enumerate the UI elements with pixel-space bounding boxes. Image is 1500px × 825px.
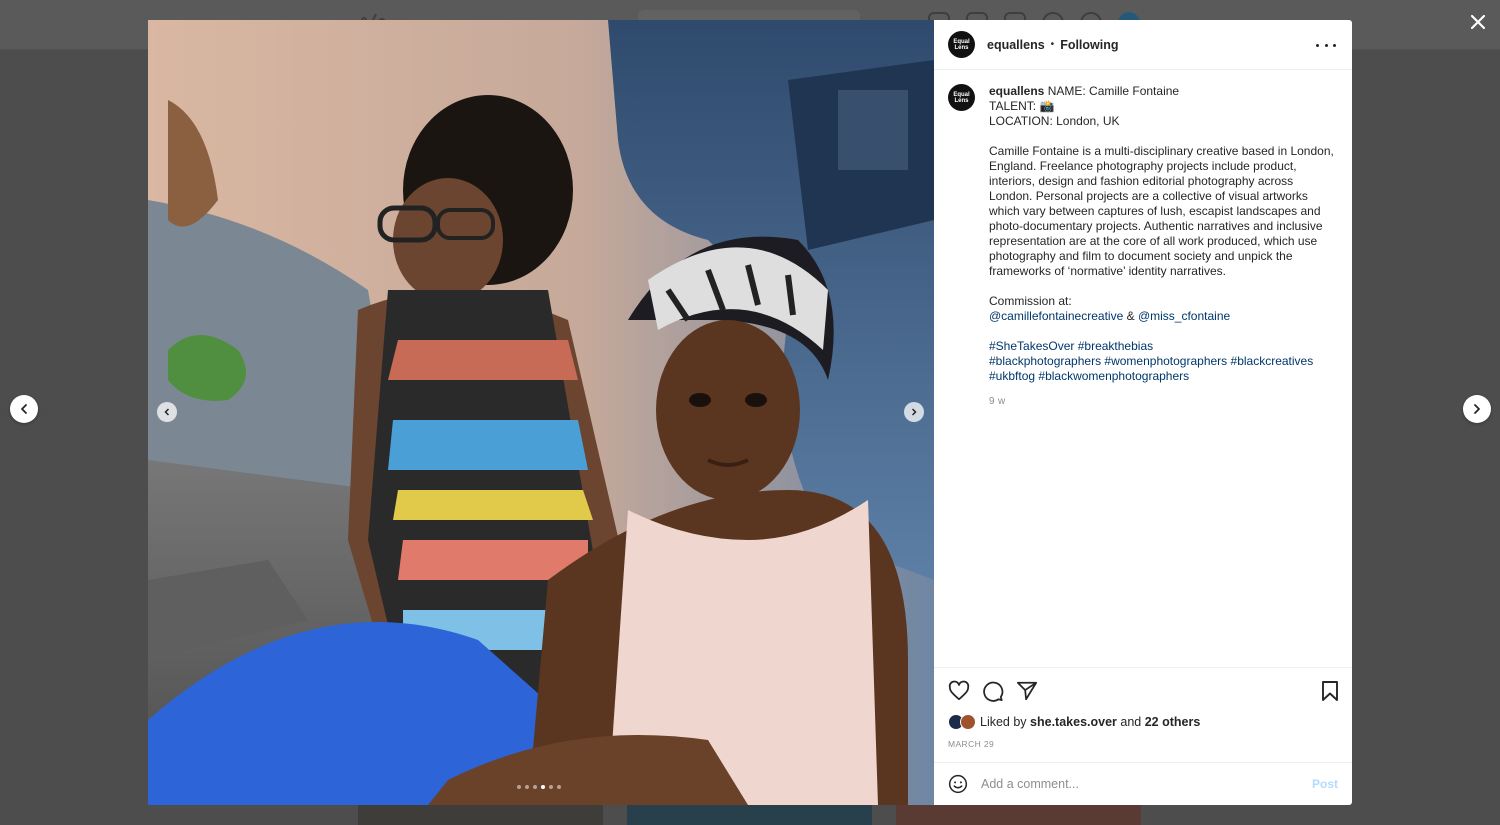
close-icon[interactable] xyxy=(1464,8,1492,36)
chevron-left-icon xyxy=(21,404,27,414)
likes-summary: Liked by she.takes.over and 22 others xyxy=(948,714,1200,730)
carousel-dot xyxy=(557,785,561,789)
caption-timestamp[interactable]: 9 w xyxy=(989,394,1334,409)
chevron-left-icon xyxy=(164,408,170,416)
caption-commission-label: Commission at: xyxy=(989,294,1072,308)
carousel-dot xyxy=(549,785,553,789)
mention-link[interactable]: @miss_cfontaine xyxy=(1138,309,1230,323)
carousel-dot xyxy=(533,785,537,789)
hashtag-link[interactable]: #blackwomenphotographers xyxy=(1038,369,1189,383)
mention-link[interactable]: @camillefontainecreative xyxy=(989,309,1123,323)
post-header: Equal Lens equallens • Following xyxy=(934,20,1352,70)
post-details-panel: Equal Lens equallens • Following Equal L… xyxy=(934,20,1352,805)
post-modal: Equal Lens equallens • Following Equal L… xyxy=(148,20,1352,805)
post-comment-button[interactable]: Post xyxy=(1312,777,1338,791)
mention-separator: & xyxy=(1126,309,1135,323)
previous-post-button[interactable] xyxy=(10,395,38,423)
liker-username[interactable]: she.takes.over xyxy=(1030,715,1117,729)
likes-others-link[interactable]: 22 others xyxy=(1145,715,1201,729)
background-thumbnail xyxy=(896,805,1141,825)
next-post-button[interactable] xyxy=(1463,395,1491,423)
caption-mentions: @camillefontainecreative & @miss_cfontai… xyxy=(989,309,1334,324)
likes-conjunction: and xyxy=(1120,715,1142,729)
carousel-previous-button[interactable] xyxy=(157,402,177,422)
paper-plane-icon[interactable] xyxy=(1016,680,1038,702)
post-actions: Liked by she.takes.over and 22 others MA… xyxy=(934,667,1352,762)
post-date: MARCH 29 xyxy=(948,739,995,749)
post-caption: Equal Lens equallens NAME: Camille Fonta… xyxy=(948,84,1340,409)
header-username[interactable]: equallens xyxy=(987,38,1045,52)
avatar[interactable]: Equal Lens xyxy=(948,31,975,58)
carousel-dots xyxy=(517,785,561,789)
chevron-right-icon xyxy=(911,408,917,416)
comment-bar: Post xyxy=(934,762,1352,805)
carousel-next-button[interactable] xyxy=(904,402,924,422)
header-separator: • xyxy=(1050,39,1055,50)
carousel-dot xyxy=(541,785,545,789)
comment-input[interactable] xyxy=(981,777,1301,791)
hashtag-link[interactable]: #SheTakesOver xyxy=(989,339,1074,353)
hashtag-link[interactable]: #ukbftog xyxy=(989,369,1035,383)
liker-avatars xyxy=(948,714,978,730)
caption-avatar[interactable]: Equal Lens xyxy=(948,84,975,111)
background-thumbnail xyxy=(358,805,603,825)
comment-bubble-icon[interactable] xyxy=(982,680,1004,702)
caption-talent: TALENT: 📸 xyxy=(989,99,1055,113)
post-photo xyxy=(148,20,934,805)
smiley-icon[interactable] xyxy=(948,774,968,794)
heart-icon[interactable] xyxy=(948,680,970,702)
carousel-dot xyxy=(517,785,521,789)
caption-name: NAME: Camille Fontaine xyxy=(1047,84,1180,98)
caption-location: LOCATION: London, UK xyxy=(989,114,1120,128)
hashtag-link[interactable]: #blackphotographers xyxy=(989,354,1101,368)
hashtag-link[interactable]: #womenphotographers xyxy=(1104,354,1227,368)
caption-hashtags: #SheTakesOver #breakthebias #blackphotog… xyxy=(989,339,1334,384)
background-thumbnail xyxy=(627,805,872,825)
following-button[interactable]: Following xyxy=(1060,38,1118,52)
more-horizontal-icon[interactable] xyxy=(1316,36,1336,54)
chevron-right-icon xyxy=(1474,404,1480,414)
caption-username[interactable]: equallens xyxy=(989,84,1044,98)
post-photo-image xyxy=(148,20,934,805)
caption-body: equallens NAME: Camille Fontaine TALENT:… xyxy=(989,84,1334,409)
hashtag-link[interactable]: #breakthebias xyxy=(1078,339,1153,353)
caption-line-1: equallens NAME: Camille Fontaine xyxy=(989,84,1334,99)
hashtag-link[interactable]: #blackcreatives xyxy=(1231,354,1314,368)
avatar xyxy=(960,714,976,730)
likes-prefix: Liked by xyxy=(980,715,1027,729)
carousel-dot xyxy=(525,785,529,789)
bookmark-icon[interactable] xyxy=(1320,680,1340,702)
caption-bio: Camille Fontaine is a multi-disciplinary… xyxy=(989,144,1334,278)
